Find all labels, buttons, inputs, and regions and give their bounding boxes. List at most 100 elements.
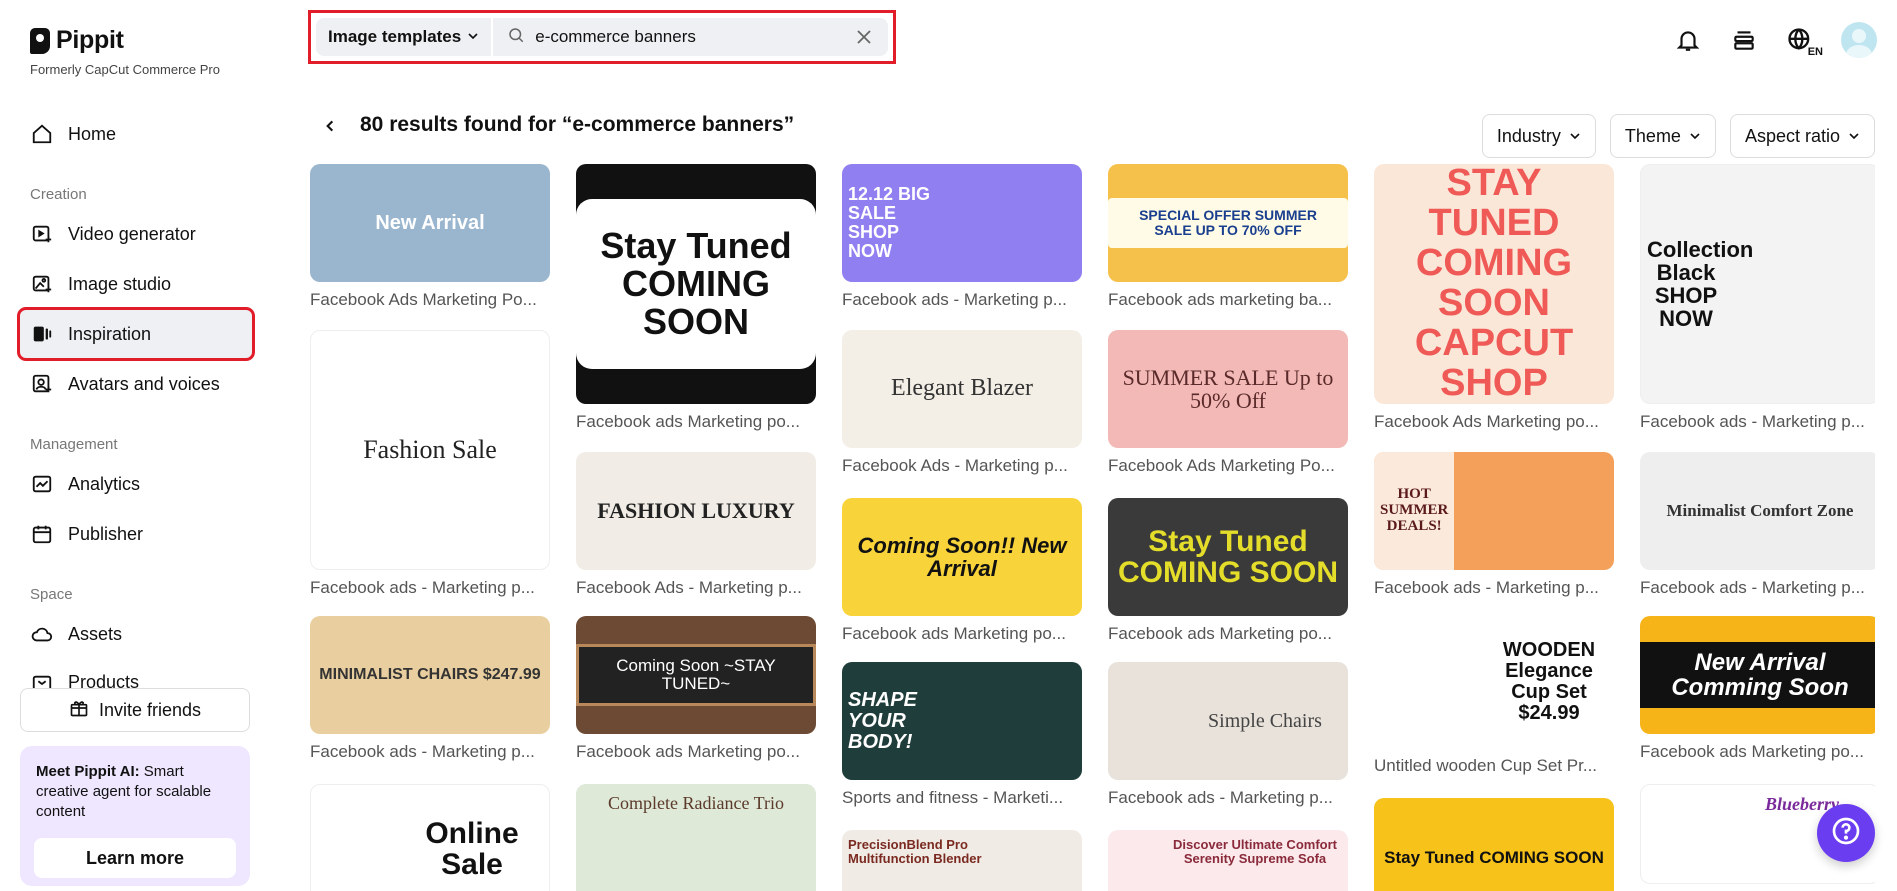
user-avatar[interactable] [1841, 22, 1877, 58]
template-thumbnail: 12.12 BIG SALE SHOP NOW [842, 164, 1082, 282]
template-card[interactable]: WOODEN Elegance Cup Set $24.99 Untitled … [1374, 616, 1614, 776]
thumbnail-text: Collection Black SHOP NOW [1647, 236, 1754, 332]
template-card[interactable]: Collection Black SHOP NOW Facebook ads -… [1640, 164, 1875, 432]
thumbnail-text: Stay Tuned COMING SOON [1117, 524, 1338, 589]
template-card[interactable]: HOT SUMMER DEALS! Facebook ads - Marketi… [1374, 452, 1614, 598]
cloud-icon [30, 622, 54, 646]
sidebar-item-products[interactable]: Products [20, 660, 252, 690]
template-thumbnail: Stay Tuned COMING SOON [576, 164, 816, 404]
sidebar-item-label: Image studio [68, 273, 172, 294]
clear-search-icon[interactable] [854, 27, 874, 47]
template-thumbnail: SHAPE YOUR BODY! [842, 662, 1082, 780]
template-thumbnail: Collection Black SHOP NOW [1640, 164, 1875, 404]
filter-industry-dropdown[interactable]: Industry [1481, 114, 1596, 158]
sidebar-item-image-studio[interactable]: Image studio [20, 260, 252, 308]
template-card[interactable]: Complete Radiance Trio [576, 784, 816, 891]
thumbnail-text: Discover Ultimate Comfort Serenity Supre… [1173, 837, 1337, 866]
section-label-creation: Creation [30, 186, 87, 203]
brand-name: Pippit [56, 26, 124, 54]
template-card[interactable]: FASHION LUXURY Facebook Ads - Marketing … [576, 452, 816, 598]
template-card[interactable]: Fashion Sale Facebook ads - Marketing p.… [310, 330, 550, 598]
template-caption: Facebook Ads Marketing po... [1374, 412, 1599, 431]
template-caption: Facebook Ads Marketing Po... [310, 290, 537, 309]
template-card[interactable]: Minimalist Comfort Zone Facebook ads - M… [1640, 452, 1875, 598]
thumbnail-text: Coming Soon!! New Arrival [857, 532, 1067, 581]
filter-aspect-ratio-dropdown[interactable]: Aspect ratio [1729, 114, 1875, 158]
search-input[interactable] [535, 27, 844, 47]
template-thumbnail: Complete Radiance Trio [576, 784, 816, 891]
brand-logo[interactable]: Pippit [30, 26, 124, 55]
template-thumbnail: Fashion Sale [310, 330, 550, 570]
template-card[interactable]: Elegant Blazer Facebook Ads - Marketing … [842, 330, 1082, 476]
template-card[interactable]: SHAPE YOUR BODY! Sports and fitness - Ma… [842, 662, 1082, 808]
thumbnail-text: MINIMALIST CHAIRS $247.99 [319, 665, 541, 683]
template-thumbnail: SPECIAL OFFER SUMMER SALE UP TO 70% OFF [1108, 164, 1348, 282]
template-thumbnail: PrecisionBlend Pro Multifunction Blender [842, 830, 1082, 891]
thumbnail-text: Elegant Blazer [891, 375, 1033, 402]
inspiration-icon [30, 322, 54, 346]
template-thumbnail: New Arrival [310, 164, 550, 282]
thumbnail-text: PrecisionBlend Pro Multifunction Blender [848, 837, 982, 866]
template-thumbnail: Stay Tuned COMING SOON [1374, 798, 1614, 891]
template-caption: Facebook ads Marketing po... [1640, 742, 1864, 761]
thumbnail-text: Stay Tuned COMING SOON [1384, 848, 1604, 868]
learn-more-button[interactable]: Learn more [34, 838, 236, 878]
filter-bar: Industry Theme Aspect ratio [1481, 114, 1875, 158]
template-card[interactable]: Stay Tuned COMING SOON Facebook ads Mark… [576, 164, 816, 432]
sidebar-item-assets[interactable]: Assets [20, 610, 252, 658]
template-card[interactable]: Simple Chairs Facebook ads - Marketing p… [1108, 662, 1348, 808]
invite-friends-button[interactable]: Invite friends [20, 688, 250, 732]
template-thumbnail: Elegant Blazer [842, 330, 1082, 448]
language-globe-icon[interactable]: EN [1785, 25, 1823, 58]
thumbnail-text: Blueberry [1765, 794, 1839, 814]
back-arrow-icon[interactable] [320, 116, 340, 136]
template-caption: Facebook ads - Marketing p... [842, 290, 1067, 309]
template-card[interactable]: SUMMER SALE Up to 50% Off Facebook Ads M… [1108, 330, 1348, 476]
template-card[interactable]: Discover Ultimate Comfort Serenity Supre… [1108, 830, 1348, 891]
thumbnail-text: Online Sale [425, 816, 519, 881]
template-caption: Untitled wooden Cup Set Pr... [1374, 756, 1598, 775]
sidebar-item-avatars-voices[interactable]: Avatars and voices [20, 360, 252, 408]
template-card[interactable]: Stay Tuned COMING SOON [1374, 798, 1614, 891]
sidebar-item-video-generator[interactable]: Video generator [20, 210, 252, 258]
template-card[interactable]: Stay Tuned COMING SOON Facebook ads Mark… [1108, 498, 1348, 644]
template-card[interactable]: New Arrival Facebook Ads Marketing Po... [310, 164, 550, 310]
template-caption: Facebook ads Marketing po... [1108, 624, 1332, 643]
template-type-dropdown[interactable]: Image templates [316, 18, 494, 56]
filter-label: Industry [1496, 125, 1561, 146]
template-card[interactable]: Online Sale [310, 784, 550, 891]
sidebar-item-inspiration[interactable]: Inspiration [17, 307, 255, 361]
template-card[interactable]: Coming Soon!! New Arrival Facebook ads M… [842, 498, 1082, 644]
template-thumbnail: MINIMALIST CHAIRS $247.99 [310, 616, 550, 734]
template-thumbnail: New Arrival Comming Soon [1640, 616, 1875, 734]
sidebar-item-publisher[interactable]: Publisher [20, 510, 252, 558]
sidebar-item-label: Inspiration [68, 323, 152, 344]
template-caption: Facebook ads - Marketing p... [1640, 412, 1865, 431]
search-bar-highlight: Image templates [308, 10, 896, 64]
top-bar-actions: EN [1673, 22, 1877, 58]
sidebar-item-home[interactable]: Home [20, 110, 252, 158]
chevron-down-icon [1689, 126, 1701, 147]
thumbnail-text: New Arrival Comming Soon [1640, 641, 1875, 709]
pippit-ai-promo-card: Meet Pippit AI: Smart creative agent for… [20, 746, 250, 886]
help-button[interactable] [1817, 804, 1875, 862]
template-caption: Facebook ads - Marketing p... [1640, 578, 1865, 597]
template-card[interactable]: MINIMALIST CHAIRS $247.99 Facebook ads -… [310, 616, 550, 762]
chevron-down-icon [1569, 126, 1581, 147]
thumbnail-text: WOODEN Elegance Cup Set $24.99 [1502, 639, 1596, 724]
filter-label: Theme [1624, 125, 1681, 146]
ai-promo-title: Meet Pippit AI: [36, 763, 140, 780]
template-card[interactable]: Coming Soon ~STAY TUNED~ Facebook ads Ma… [576, 616, 816, 762]
sidebar-item-analytics[interactable]: Analytics [20, 460, 252, 508]
template-thumbnail: Minimalist Comfort Zone [1640, 452, 1875, 570]
layers-stack-icon[interactable] [1729, 25, 1759, 55]
template-card[interactable]: PrecisionBlend Pro Multifunction Blender [842, 830, 1082, 891]
filter-theme-dropdown[interactable]: Theme [1609, 114, 1716, 158]
filter-label: Aspect ratio [1744, 125, 1840, 146]
template-card[interactable]: 12.12 BIG SALE SHOP NOW Facebook ads - M… [842, 164, 1082, 310]
template-card[interactable]: STAY TUNED COMING SOON CAPCUT SHOP Faceb… [1374, 164, 1614, 432]
notification-bell-icon[interactable] [1673, 25, 1703, 55]
template-card[interactable]: SPECIAL OFFER SUMMER SALE UP TO 70% OFF … [1108, 164, 1348, 310]
template-card[interactable]: New Arrival Comming Soon Facebook ads Ma… [1640, 616, 1875, 762]
template-thumbnail: FASHION LUXURY [576, 452, 816, 570]
